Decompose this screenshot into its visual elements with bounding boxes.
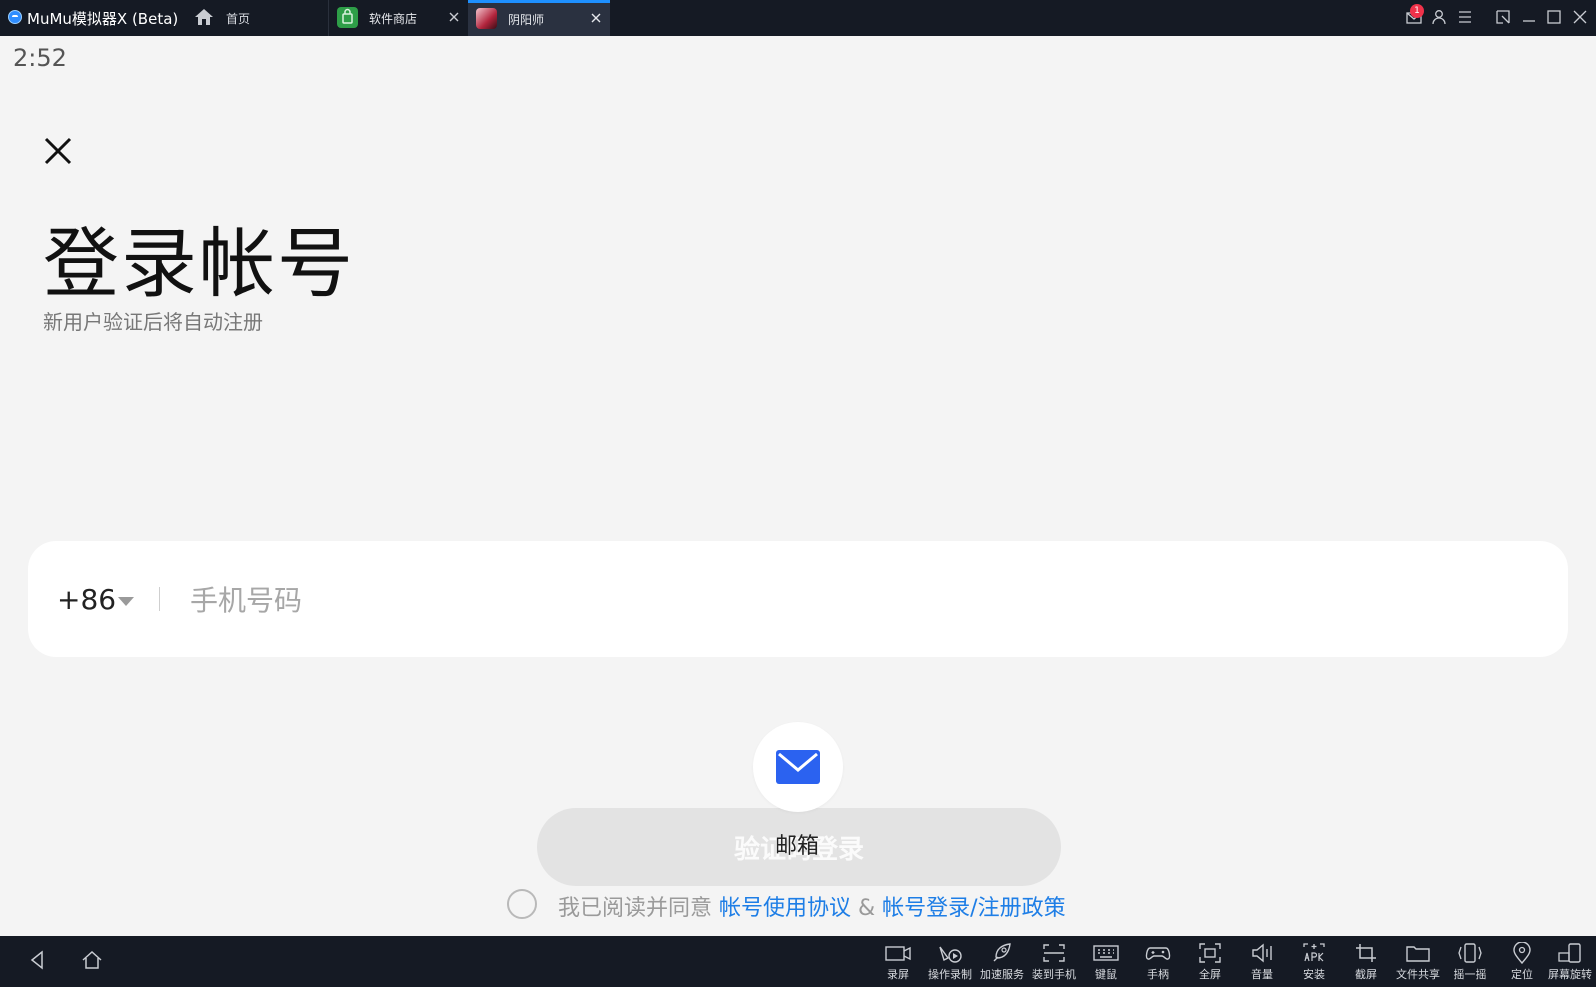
home-icon[interactable] <box>193 7 215 27</box>
user-agreement-link[interactable]: 帐号使用协议 <box>719 896 851 921</box>
volume-icon <box>1252 943 1272 963</box>
email-login-button[interactable] <box>753 722 843 812</box>
toolbar-item-label: 全屏 <box>1199 968 1221 981</box>
back-icon[interactable] <box>25 948 49 972</box>
toolbar-item-label: 文件共享 <box>1396 968 1440 981</box>
close-window-icon[interactable] <box>1571 8 1589 26</box>
toolbar-item-location[interactable]: 定位 <box>1496 940 1548 986</box>
page-title: 登录帐号 <box>43 219 355 308</box>
phone-field-container: +86 <box>28 541 1568 657</box>
toolbar-item-accelerate[interactable]: 加速服务 <box>976 940 1028 986</box>
toolbar-item-label: 屏幕旋转 <box>1548 968 1592 981</box>
close-icon[interactable] <box>588 10 604 26</box>
country-code-select[interactable]: +86 <box>57 583 116 616</box>
tab-label: 软件商店 <box>369 12 418 26</box>
toolbar-item-label: 音量 <box>1251 968 1273 981</box>
macro-record-icon <box>939 946 962 963</box>
shake-icon <box>1458 943 1482 963</box>
agree-prefix: 我已阅读并同意 <box>558 896 719 921</box>
record-screen-icon <box>885 946 911 961</box>
email-icon <box>776 750 820 784</box>
toolbar-item-label: 操作录制 <box>928 968 972 981</box>
folder-icon <box>1406 946 1430 962</box>
toolbar-item-macro-record[interactable]: 操作录制 <box>924 940 976 986</box>
crop-icon <box>1356 944 1376 962</box>
rocket-icon <box>993 943 1011 962</box>
menu-icon[interactable] <box>1456 8 1474 26</box>
minimize-icon[interactable] <box>1520 8 1538 26</box>
email-login-label[interactable]: 邮箱 <box>775 828 819 860</box>
close-icon[interactable] <box>40 133 76 169</box>
app-store-icon <box>337 7 358 28</box>
phone-number-input[interactable] <box>188 571 1492 629</box>
pin-window-icon[interactable] <box>1494 8 1512 26</box>
toolbar-item-rotate-screen[interactable]: 屏幕旋转 <box>1544 940 1596 986</box>
divider <box>159 587 160 611</box>
toolbar-item-label: 录屏 <box>887 968 909 981</box>
fullscreen-icon <box>1199 943 1221 963</box>
toolbar-item-apk-install[interactable]: 安装 <box>1288 940 1340 986</box>
page-subtitle: 新用户验证后将自动注册 <box>43 310 263 334</box>
location-icon <box>1513 942 1531 964</box>
home-icon[interactable] <box>80 948 104 972</box>
toolbar-item-screenshot[interactable]: 截屏 <box>1340 940 1392 986</box>
agreement-text: 我已阅读并同意 帐号使用协议 & 帐号登录/注册政策 <box>558 890 1066 922</box>
toolbar-item-record-screen[interactable]: 录屏 <box>872 940 924 986</box>
home-tab-label[interactable]: 首页 <box>226 10 250 27</box>
toolbar-item-label: 摇一摇 <box>1453 968 1487 981</box>
toolbar-item-label: 加速服务 <box>980 968 1024 981</box>
toolbar-item-label: 装到手机 <box>1032 968 1076 981</box>
apk-install-icon <box>1303 943 1325 962</box>
toolbar-item-label: 安装 <box>1303 968 1325 981</box>
toolbar-item-shake[interactable]: 摇一摇 <box>1444 940 1496 986</box>
toolbar-item-label: 截屏 <box>1355 968 1377 981</box>
notification-badge: 1 <box>1410 4 1424 18</box>
maximize-icon[interactable] <box>1545 8 1563 26</box>
tab-app-store[interactable]: 软件商店 <box>328 0 468 36</box>
toolbar-item-label: 手柄 <box>1147 968 1169 981</box>
agree-checkbox[interactable] <box>507 889 537 919</box>
toolbar-item-gamepad[interactable]: 手柄 <box>1132 940 1184 986</box>
login-policy-link[interactable]: 帐号登录/注册政策 <box>882 896 1065 921</box>
close-icon[interactable] <box>446 9 462 25</box>
status-clock: 2:52 <box>13 44 67 72</box>
tab-onmyoji[interactable]: 阴阳师 <box>468 0 610 36</box>
bottom-toolbar: 录屏 操作录制 加速服务 装到手机 键鼠 手柄 全屏 音量 安装 截屏 文件共享 <box>0 936 1596 987</box>
keyboard-icon <box>1093 945 1119 961</box>
rotate-screen-icon <box>1558 943 1581 963</box>
toolbar-item-label: 键鼠 <box>1095 968 1117 981</box>
toolbar-item-label: 定位 <box>1511 968 1533 981</box>
toolbar-item-install-to-phone[interactable]: 装到手机 <box>1028 940 1080 986</box>
install-to-phone-icon <box>1043 944 1065 962</box>
agree-ampersand: & <box>851 896 883 921</box>
mumu-logo-icon <box>8 10 22 24</box>
gamepad-icon <box>1145 947 1171 960</box>
app-title: MuMu模拟器X (Beta) <box>27 10 179 28</box>
user-icon[interactable] <box>1430 8 1448 26</box>
toolbar-item-file-share[interactable]: 文件共享 <box>1392 940 1444 986</box>
title-bar: MuMu模拟器X (Beta) 首页 软件商店 阴阳师 1 <box>0 0 1596 36</box>
toolbar-item-fullscreen[interactable]: 全屏 <box>1184 940 1236 986</box>
tab-label: 阴阳师 <box>508 13 545 27</box>
toolbar-item-keyboard[interactable]: 键鼠 <box>1080 940 1132 986</box>
caret-down-icon[interactable] <box>118 597 134 606</box>
game-icon <box>476 8 497 29</box>
toolbar-item-volume[interactable]: 音量 <box>1236 940 1288 986</box>
